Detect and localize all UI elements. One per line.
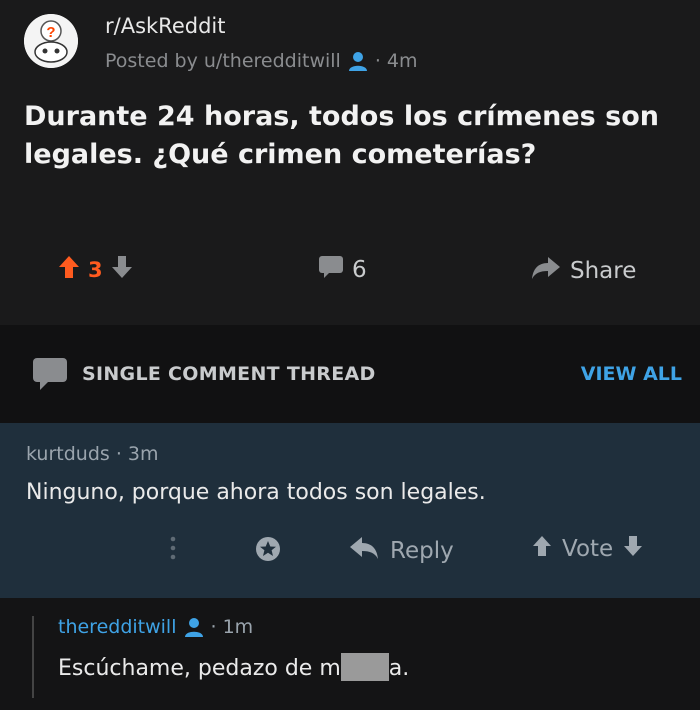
thread-header: SINGLE COMMENT THREAD VIEW ALL	[0, 325, 700, 423]
posted-by[interactable]: Posted by u/theredditwill	[105, 50, 341, 72]
share-label: Share	[570, 258, 637, 284]
reply-body-start: Escúchame, pedazo de m	[58, 656, 341, 681]
comment-author-time[interactable]: kurtduds · 3m	[26, 443, 159, 465]
comment-count: 6	[352, 257, 367, 283]
post-meta: Posted by u/theredditwill · 4m	[105, 50, 418, 72]
post-actions: 3 6 Share	[0, 255, 700, 300]
vote-group-comment: Vote	[532, 535, 643, 563]
comment-actions: Reply Vote	[0, 535, 700, 580]
subreddit-name[interactable]: r/AskReddit	[105, 14, 225, 38]
vote-label: Vote	[562, 536, 614, 562]
reply-card: theredditwill · 1m Escúchame, pedazo de …	[0, 598, 700, 710]
thread-line	[32, 616, 34, 698]
user-icon	[347, 50, 369, 72]
svg-text:?: ?	[46, 24, 55, 41]
reply-time: · 1m	[210, 616, 254, 638]
view-all-link[interactable]: VIEW ALL	[581, 363, 682, 385]
reply-button[interactable]: Reply	[348, 535, 454, 567]
award-icon	[254, 535, 282, 569]
post-score: 3	[88, 258, 103, 282]
reply-meta: theredditwill · 1m	[58, 616, 253, 638]
comment-body: Ninguno, porque ahora todos son legales.	[26, 480, 486, 505]
reply-body: Escúchame, pedazo de m a.	[58, 653, 409, 681]
comment-card: kurtduds · 3m Ninguno, porque ahora todo…	[0, 423, 700, 598]
share-icon	[530, 255, 562, 287]
thread-icon	[32, 357, 68, 395]
reply-label: Reply	[390, 538, 454, 564]
reply-author[interactable]: theredditwill	[58, 616, 177, 638]
more-options-button[interactable]	[170, 535, 176, 567]
thread-title: SINGLE COMMENT THREAD	[82, 363, 376, 385]
more-icon	[170, 535, 176, 567]
upvote-icon[interactable]	[58, 255, 80, 285]
award-button[interactable]	[254, 535, 282, 569]
reply-icon	[348, 535, 380, 567]
user-icon	[183, 616, 205, 638]
post-card: ? r/AskReddit Posted by u/theredditwill …	[0, 0, 700, 325]
post-time: · 4m	[374, 50, 418, 72]
post-title[interactable]: Durante 24 horas, todos los crímenes son…	[24, 98, 674, 174]
upvote-icon[interactable]	[532, 535, 552, 563]
share-button[interactable]: Share	[530, 255, 636, 287]
downvote-icon[interactable]	[111, 255, 133, 285]
subreddit-avatar-icon[interactable]: ?	[24, 14, 78, 68]
comments-button[interactable]: 6	[318, 255, 367, 285]
reply-body-end: a.	[388, 656, 410, 681]
comment-icon	[318, 255, 344, 285]
vote-group: 3	[58, 255, 133, 285]
censor-block	[340, 653, 389, 681]
downvote-icon[interactable]	[623, 535, 643, 563]
